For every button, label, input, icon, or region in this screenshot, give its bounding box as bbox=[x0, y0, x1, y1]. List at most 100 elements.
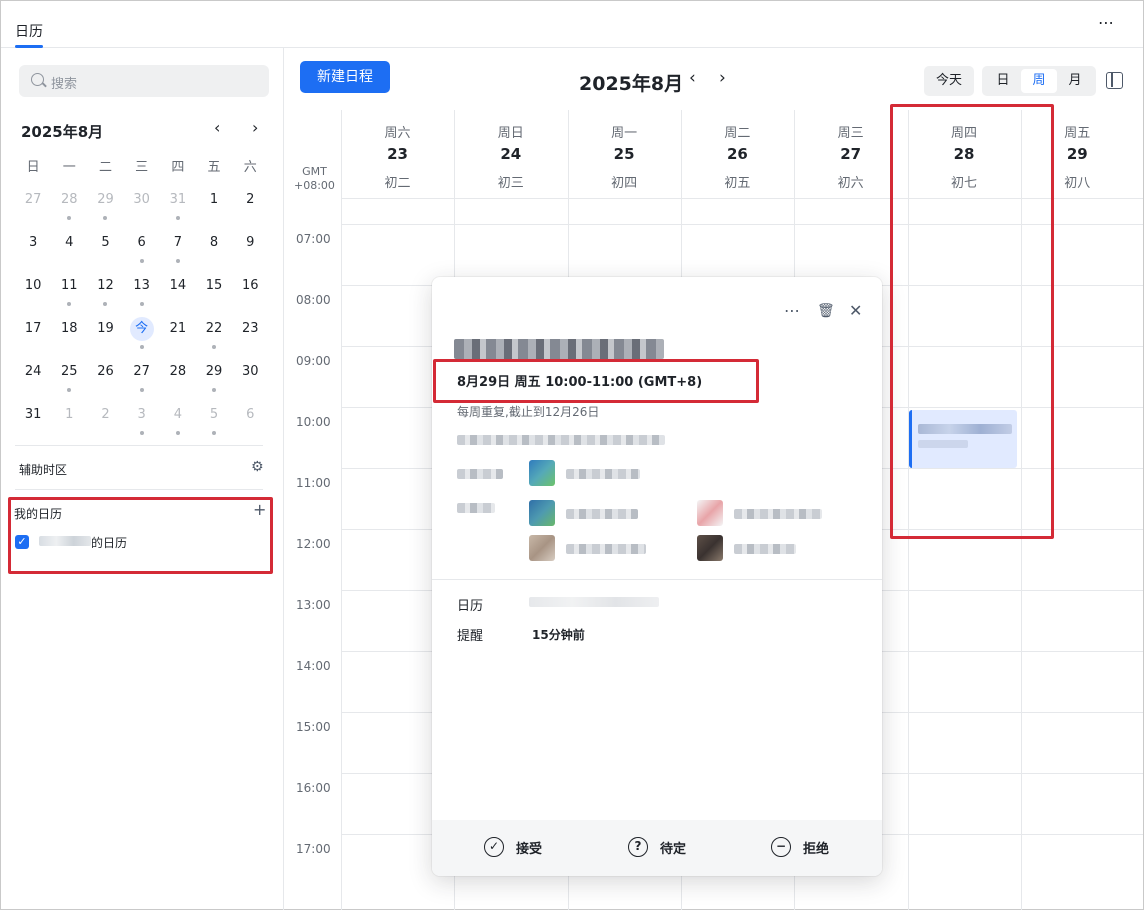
view-day-button[interactable]: 日 bbox=[985, 69, 1021, 93]
mini-calendar-day[interactable]: 1 bbox=[51, 403, 87, 446]
mini-calendar-day[interactable]: 21 bbox=[160, 317, 196, 360]
day-header[interactable]: 周一 25 初四 bbox=[568, 110, 681, 198]
mini-calendar-day[interactable]: 28 bbox=[160, 360, 196, 403]
mini-calendar-day[interactable]: 5 bbox=[196, 403, 232, 446]
mini-calendar-day[interactable]: 19 bbox=[87, 317, 123, 360]
mini-calendar-day[interactable]: 14 bbox=[160, 274, 196, 317]
mini-calendar-day[interactable]: 16 bbox=[232, 274, 268, 317]
mini-calendar-day[interactable]: 4 bbox=[160, 403, 196, 446]
calendar-key: 日历 bbox=[457, 599, 484, 614]
tentative-label: 待定 bbox=[660, 841, 687, 857]
close-icon[interactable]: ✕ bbox=[849, 301, 862, 320]
mini-calendar-day[interactable]: 27 bbox=[124, 360, 160, 403]
mini-calendar-day[interactable]: 17 bbox=[15, 317, 51, 360]
mini-calendar-day[interactable]: 7 bbox=[160, 231, 196, 274]
mini-calendar-day[interactable]: 31 bbox=[160, 188, 196, 231]
today-button[interactable]: 今天 bbox=[924, 66, 974, 96]
weekday-label: 三 bbox=[135, 160, 149, 175]
weekday-label: 五 bbox=[207, 160, 221, 175]
day-number: 14 bbox=[169, 278, 187, 293]
calendar-checkbox[interactable]: ✓ bbox=[15, 535, 29, 549]
view-month-button[interactable]: 月 bbox=[1057, 69, 1093, 93]
weekday-label: 一 bbox=[62, 160, 76, 175]
calendar-item-label[interactable]: 的日历 bbox=[91, 534, 127, 551]
decline-button[interactable]: − 拒绝 bbox=[771, 837, 829, 857]
mini-calendar-day[interactable]: 31 bbox=[15, 403, 51, 446]
mini-calendar-week: 3 4 5 6 7 8 9 bbox=[15, 231, 269, 274]
day-number: 2 bbox=[246, 192, 255, 207]
accept-button[interactable]: ✓ 接受 bbox=[484, 837, 542, 857]
day-lunar: 初四 bbox=[611, 176, 638, 191]
mini-calendar-day[interactable]: 27 bbox=[15, 188, 51, 231]
mini-calendar-day[interactable]: 26 bbox=[87, 360, 123, 403]
mini-calendar-day[interactable]: 22 bbox=[196, 317, 232, 360]
next-week-icon[interactable]: › bbox=[719, 68, 726, 88]
mini-calendar-day[interactable]: 29 bbox=[87, 188, 123, 231]
mini-next-month-icon[interactable]: › bbox=[252, 118, 258, 137]
day-header[interactable]: 周日 24 初三 bbox=[454, 110, 567, 198]
weekday-label: 二 bbox=[98, 160, 112, 175]
mini-calendar-grid: 日一二三四五六 27 28 29 30 31 1 2 3 4 5 6 7 8 9 10 11 12 13 14 15 16… bbox=[15, 156, 269, 446]
day-number: 1 bbox=[65, 407, 74, 422]
prev-week-icon[interactable]: ‹ bbox=[689, 68, 696, 88]
mini-prev-month-icon[interactable]: ‹ bbox=[214, 118, 220, 137]
day-number: 6 bbox=[137, 235, 146, 250]
event-detail-popover: ⋯ 🗑 ✕ 8月29日 周五 10:00-11:00 (GMT+8) 每周重复,… bbox=[432, 277, 882, 876]
mini-calendar-day[interactable]: 24 bbox=[15, 360, 51, 403]
mini-calendar-day[interactable]: 6 bbox=[232, 403, 268, 446]
mini-calendar-day[interactable]: 30 bbox=[124, 188, 160, 231]
view-switcher: 日 周 月 bbox=[982, 66, 1096, 96]
mini-calendar-day[interactable]: 15 bbox=[196, 274, 232, 317]
tentative-button[interactable]: ? 待定 bbox=[628, 837, 686, 857]
mini-calendar-day[interactable]: 9 bbox=[232, 231, 268, 274]
mini-calendar-day[interactable]: 11 bbox=[51, 274, 87, 317]
day-header[interactable]: 周五 29 初八 bbox=[1021, 110, 1134, 198]
tab-calendar[interactable]: 日历 bbox=[15, 21, 43, 41]
mini-calendar-day[interactable]: 28 bbox=[51, 188, 87, 231]
event-title-redacted bbox=[454, 339, 664, 359]
new-event-button[interactable]: 新建日程 bbox=[300, 61, 390, 93]
view-week-button[interactable]: 周 bbox=[1021, 69, 1057, 93]
day-header[interactable]: 周二 26 初五 bbox=[681, 110, 794, 198]
day-header[interactable]: 周四 28 初七 bbox=[908, 110, 1021, 198]
delete-icon[interactable]: 🗑 bbox=[817, 303, 835, 319]
day-date: 25 bbox=[613, 145, 635, 163]
mini-calendar-day[interactable]: 13 bbox=[124, 274, 160, 317]
mini-calendar-day[interactable]: 2 bbox=[232, 188, 268, 231]
mini-calendar-day[interactable]: 3 bbox=[15, 231, 51, 274]
day-date: 24 bbox=[500, 145, 522, 163]
mini-calendar-week: 27 28 29 30 31 1 2 bbox=[15, 188, 269, 231]
mini-calendar-day[interactable]: 3 bbox=[124, 403, 160, 446]
mini-calendar-day[interactable]: 23 bbox=[232, 317, 268, 360]
mini-calendar-day[interactable]: 1 bbox=[196, 188, 232, 231]
mini-calendar-day[interactable]: 4 bbox=[51, 231, 87, 274]
day-header[interactable]: 周三 27 初六 bbox=[794, 110, 907, 198]
mini-calendar-day[interactable]: 10 bbox=[15, 274, 51, 317]
attendee-name-redacted bbox=[566, 544, 646, 554]
event-block[interactable] bbox=[909, 410, 1017, 468]
mini-calendar-day[interactable]: 6 bbox=[124, 231, 160, 274]
mini-calendar-day[interactable]: 8 bbox=[196, 231, 232, 274]
rsvp-bar: ✓ 接受 ? 待定 − 拒绝 bbox=[432, 820, 882, 876]
day-lunar: 初五 bbox=[724, 176, 751, 191]
hour-label: 11:00 bbox=[296, 476, 331, 490]
sidebar-toggle-icon[interactable] bbox=[1106, 72, 1123, 89]
mini-calendar-day[interactable]: 5 bbox=[87, 231, 123, 274]
mini-calendar-day[interactable]: 29 bbox=[196, 360, 232, 403]
mini-calendar-day[interactable]: 25 bbox=[51, 360, 87, 403]
more-icon[interactable]: ⋯ bbox=[1098, 13, 1115, 32]
mini-calendar-today[interactable]: 今 bbox=[124, 317, 160, 360]
mini-calendar-day[interactable]: 18 bbox=[51, 317, 87, 360]
search-input[interactable]: 搜索 bbox=[19, 65, 269, 97]
day-weekday: 周三 bbox=[837, 126, 864, 141]
mini-calendar-day[interactable]: 2 bbox=[87, 403, 123, 446]
mini-calendar-day[interactable]: 30 bbox=[232, 360, 268, 403]
organizer-name-redacted bbox=[566, 469, 640, 479]
day-header[interactable]: 周六 23 初二 bbox=[341, 110, 454, 198]
event-time: 8月29日 周五 10:00-11:00 (GMT+8) bbox=[457, 375, 703, 390]
mini-calendar-day[interactable]: 12 bbox=[87, 274, 123, 317]
more-options-icon[interactable]: ⋯ bbox=[784, 301, 800, 320]
hour-label: 12:00 bbox=[296, 537, 331, 551]
add-calendar-icon[interactable]: + bbox=[253, 500, 266, 519]
gear-icon[interactable]: ⚙ bbox=[251, 459, 264, 475]
